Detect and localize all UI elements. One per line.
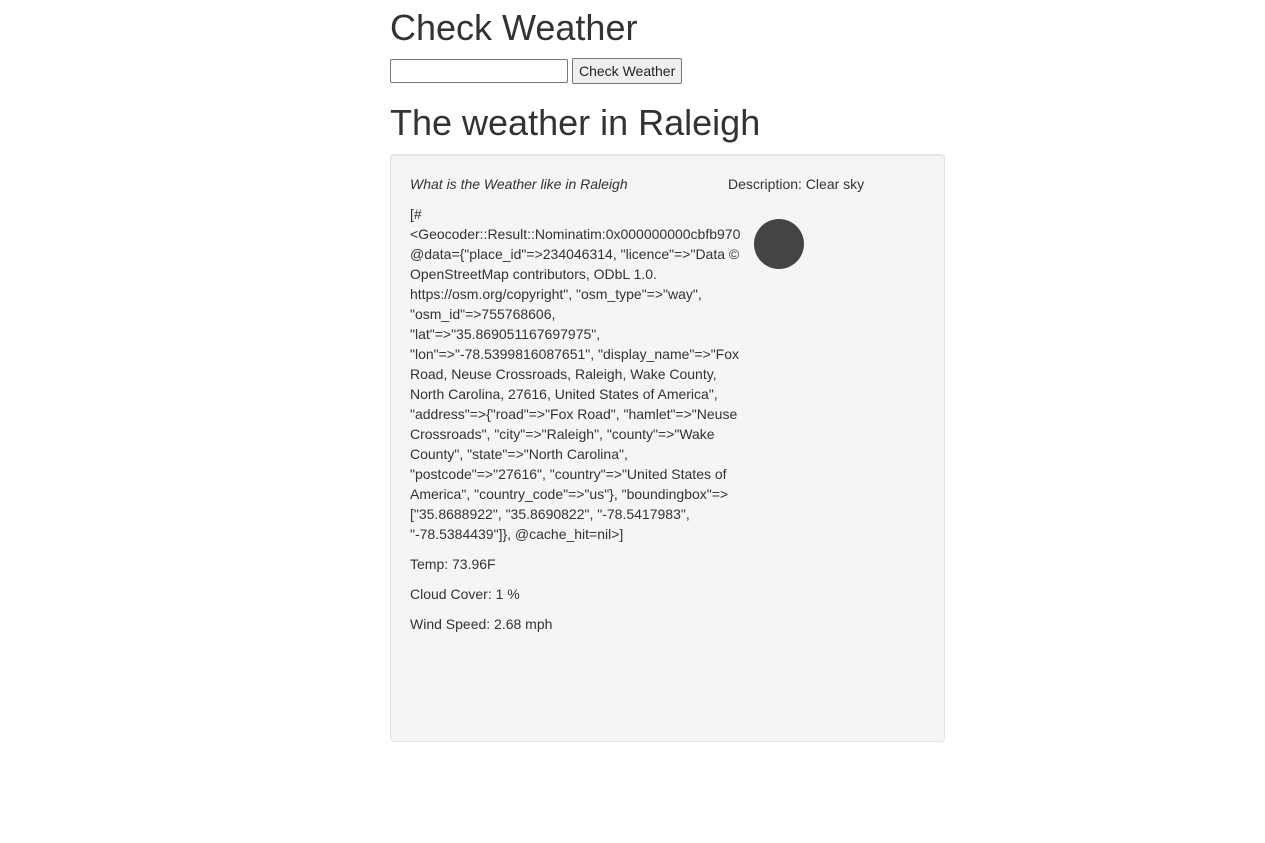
description-column: Description: Clear sky [728, 174, 928, 194]
details-column: What is the Weather like in Raleigh [#<G… [410, 174, 750, 644]
geocoder-result: [#<Geocoder::Result::Nominatim:0x0000000… [410, 206, 741, 542]
page-title: Check Weather [390, 7, 638, 48]
search-form: Check Weather [390, 58, 950, 84]
weather-question: What is the Weather like in Raleigh [410, 176, 628, 192]
result-heading: The weather in Raleigh [390, 102, 761, 143]
weather-description: Description: Clear sky [728, 176, 865, 192]
cloud-cover-value: Cloud Cover: 1 % [410, 586, 520, 602]
weather-result-panel: What is the Weather like in Raleigh [#<G… [390, 154, 945, 742]
check-weather-button[interactable]: Check Weather [572, 58, 683, 84]
wind-speed-value: Wind Speed: 2.68 mph [410, 616, 553, 632]
main-container: Check Weather Check Weather The weather … [390, 0, 950, 742]
weather-clear-icon [754, 219, 804, 269]
temperature-value: Temp: 73.96F [410, 556, 496, 572]
city-input[interactable] [390, 59, 568, 83]
